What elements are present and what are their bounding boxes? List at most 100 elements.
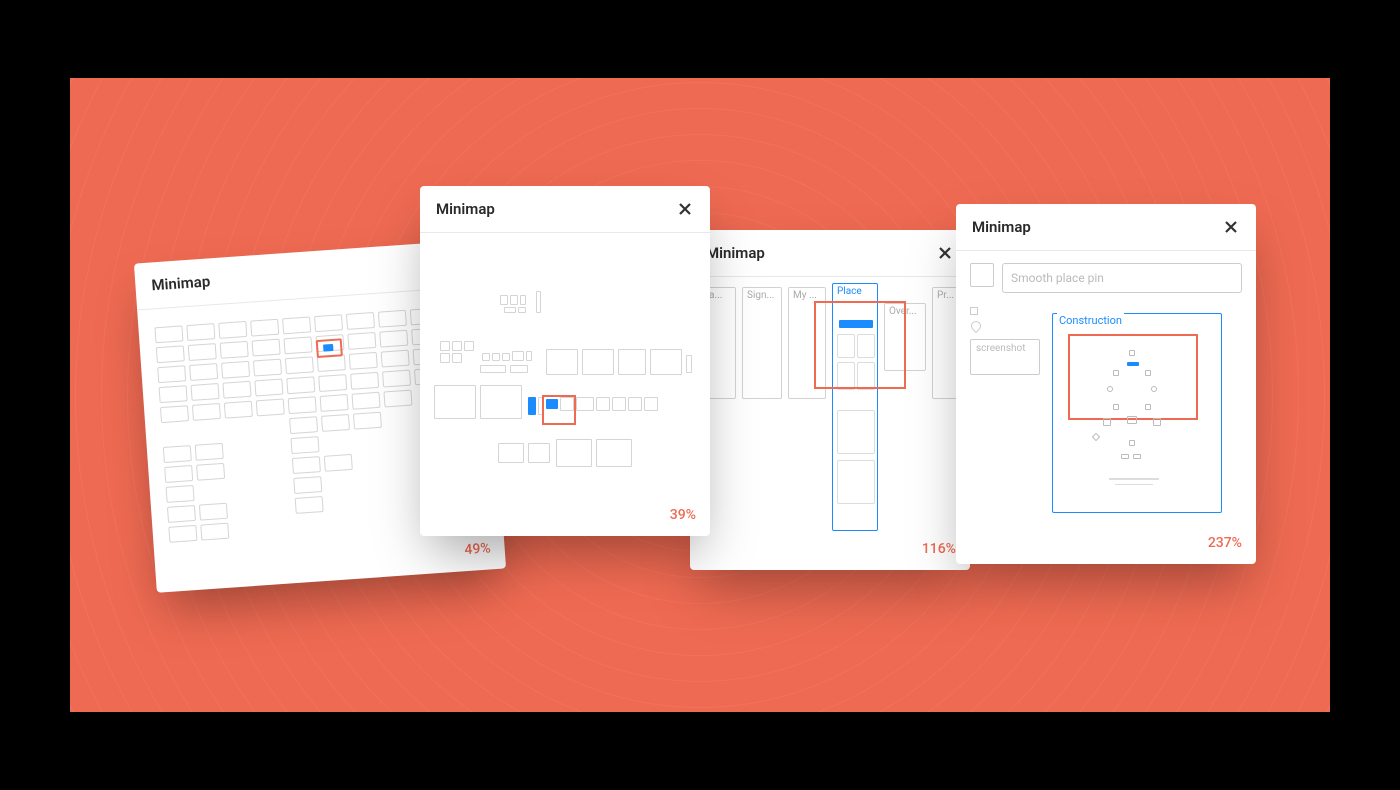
frame-column-selected: Place (832, 283, 878, 531)
panel-title: Minimap (706, 244, 765, 262)
zoom-level[interactable]: 116% (922, 541, 956, 557)
frame-thumbnail (188, 343, 217, 361)
frame-thumbnail (196, 463, 225, 481)
stage: Minimap 49% Minimap (70, 78, 1330, 712)
minimap-viewport[interactable]: a... Sign... My ... Place Over... Pr... … (690, 277, 970, 567)
frame-thumbnail (317, 354, 346, 372)
frame-thumbnail (383, 390, 412, 408)
frame-thumbnail (314, 314, 343, 332)
frame-label: Construction (1057, 313, 1124, 328)
frame-thumbnail (353, 412, 382, 430)
frame-label: screenshot (976, 343, 1025, 354)
close-icon[interactable] (676, 200, 694, 218)
panel-title: Minimap (151, 272, 211, 294)
frame-thumbnail (167, 505, 196, 523)
frame-thumbnail (157, 365, 186, 383)
frame-thumbnail (253, 359, 282, 377)
frame-thumbnail (256, 398, 285, 416)
frame-label: a... (709, 290, 731, 301)
frame-thumbnail (349, 352, 378, 370)
frame-thumbnail (254, 379, 283, 397)
frame-thumbnail (168, 525, 197, 543)
frame-thumbnail (164, 465, 193, 483)
frame-thumbnail (318, 374, 347, 392)
frame-thumbnail (160, 405, 189, 423)
frame-thumbnail (382, 370, 411, 388)
zoom-level[interactable]: 39% (670, 507, 696, 523)
minimap-viewport[interactable]: 39% (420, 233, 710, 533)
frame-construction: Construction (1052, 313, 1222, 513)
frame-label: Sign... (747, 290, 777, 301)
frame-thumbnail (159, 385, 188, 403)
frame-thumbnail (288, 396, 317, 414)
frame-thumbnail (252, 339, 281, 357)
frame-label: Over... (889, 306, 921, 317)
frame-thumbnail (346, 312, 375, 330)
frame-thumbnail (283, 336, 312, 354)
side-frames: screenshot (970, 307, 1040, 375)
selected-frame (546, 399, 558, 409)
frame-thumbnail (195, 443, 224, 461)
frame-thumbnail (221, 361, 250, 379)
frame-column: Over... (884, 303, 926, 371)
pin-icon (969, 319, 983, 333)
frame-thumbnail (970, 263, 994, 287)
frame-thumbnail (192, 403, 221, 421)
screenshot-frame: screenshot (970, 339, 1040, 375)
panel-title: Minimap (972, 218, 1031, 236)
zoom-level[interactable]: 237% (1208, 535, 1242, 551)
frame-thumbnail (222, 381, 251, 399)
selected-frame (528, 397, 536, 415)
frame-thumbnail (352, 392, 381, 410)
minimap-viewport[interactable]: Smooth place pin screenshot Construction (956, 251, 1256, 561)
frame-thumbnail (163, 445, 192, 463)
frame-thumbnail (324, 454, 353, 472)
frame-thumbnail (186, 323, 215, 341)
frame-thumbnail (189, 363, 218, 381)
frame-thumbnail (347, 332, 376, 350)
frame-thumbnail (289, 416, 318, 434)
frame-thumbnail (295, 496, 324, 514)
frame-thumbnail (156, 345, 185, 363)
frame-thumbnail (200, 523, 229, 541)
frame-column: Sign... (742, 287, 782, 399)
frame-label: My ... (793, 290, 821, 301)
frame-thumbnail (320, 394, 349, 412)
frame-label: Smooth place pin (1011, 271, 1104, 285)
frame-thumbnail (220, 341, 249, 359)
minimap-panel-3[interactable]: Minimap a... Sign... My ... Place (690, 230, 970, 570)
frame-thumbnail (970, 307, 978, 315)
frame-thumbnail (292, 456, 321, 474)
frame-thumbnail (379, 330, 408, 348)
minimap-panel-2[interactable]: Minimap (420, 186, 710, 536)
panel-header: Minimap (690, 230, 970, 277)
selected-frame (323, 344, 333, 352)
frame-thumbnail (154, 325, 183, 343)
frame-column: My ... (788, 287, 826, 399)
frame-thumbnail (199, 503, 228, 521)
frame-thumbnail (166, 485, 195, 503)
frame-thumbnail (282, 316, 311, 334)
frame-thumbnail (350, 372, 379, 390)
panel-header: Minimap (956, 204, 1256, 251)
panel-title: Minimap (436, 200, 495, 218)
frame-thumbnail (290, 436, 319, 454)
frame-label: Pr... (937, 290, 957, 301)
frame-thumbnail (218, 321, 247, 339)
close-icon[interactable] (1222, 218, 1240, 236)
frame-label-box: Smooth place pin (1002, 263, 1242, 293)
zoom-level[interactable]: 49% (464, 540, 491, 558)
frame-thumbnail (250, 319, 279, 337)
frame-thumbnail (293, 476, 322, 494)
frame-label: Place (837, 286, 873, 297)
panel-header: Minimap (420, 186, 710, 233)
frame-thumbnail (381, 350, 410, 368)
minimap-panel-4[interactable]: Minimap Smooth place pin screenshot Cons… (956, 204, 1256, 564)
frame-thumbnail (321, 414, 350, 432)
frame-thumbnail (285, 356, 314, 374)
viewport-indicator[interactable] (1068, 334, 1198, 420)
frame-thumbnail (286, 376, 315, 394)
frame-thumbnail (191, 383, 220, 401)
close-icon[interactable] (936, 244, 954, 262)
frame-thumbnail (378, 310, 407, 328)
